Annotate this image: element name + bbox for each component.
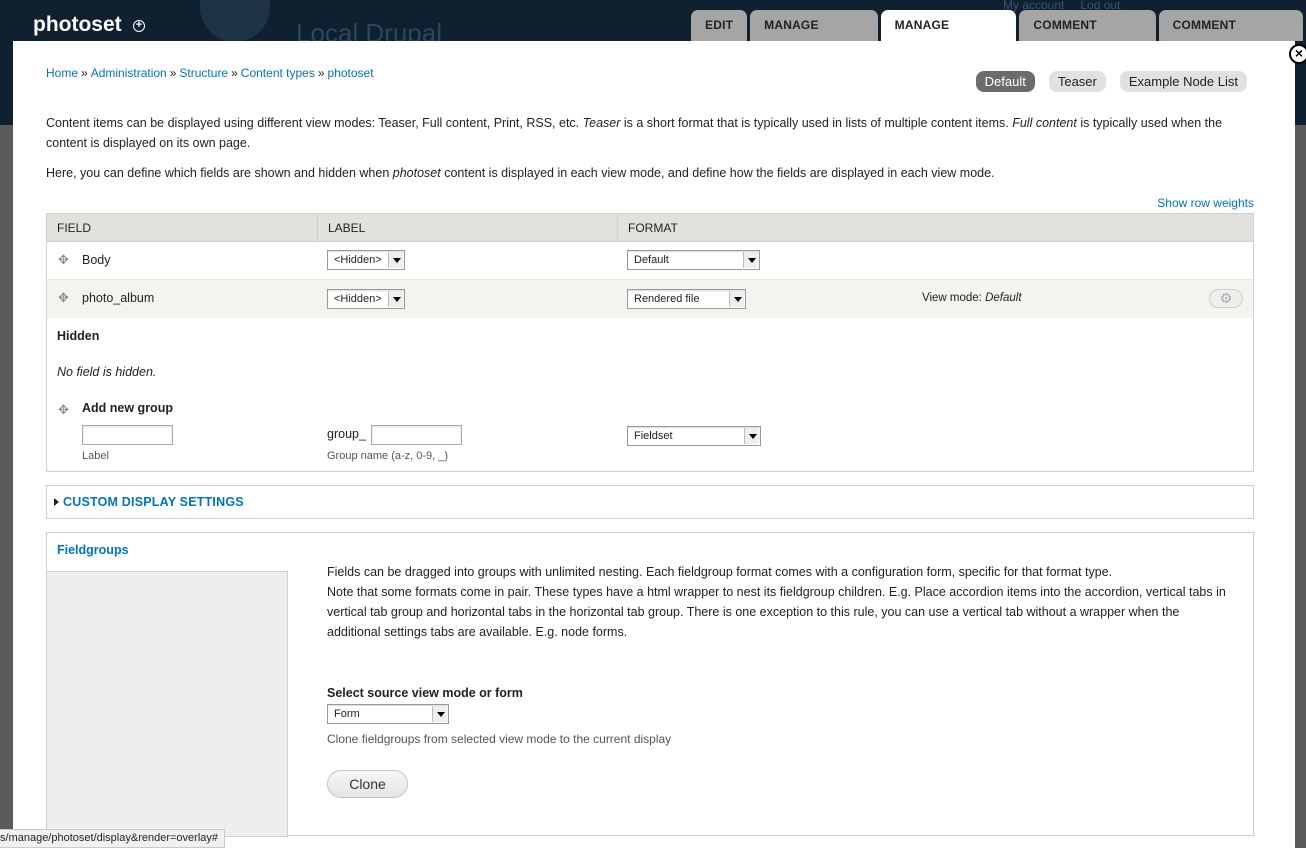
primary-tabs: EDIT MANAGE FIELDS MANAGE DISPLAY COMMEN… — [691, 10, 1306, 62]
custom-display-settings[interactable]: CUSTOM DISPLAY SETTINGS — [46, 485, 1254, 519]
custom-display-settings-title[interactable]: CUSTOM DISPLAY SETTINGS — [63, 495, 244, 509]
group-name-prefix: group_ — [327, 427, 366, 441]
view-mode-tabs: Default Teaser Example Node List — [962, 71, 1247, 92]
breadcrumb-photoset[interactable]: photoset — [328, 66, 374, 80]
help-text-fields: Here, you can define which fields are sh… — [46, 166, 995, 180]
close-icon[interactable]: × — [1289, 44, 1306, 64]
new-group-name-caption: Group name (a-z, 0-9, _) — [327, 450, 449, 462]
collapse-triangle-icon — [54, 498, 59, 506]
chevron-down-icon — [388, 291, 403, 307]
no-hidden-message: No field is hidden. — [57, 365, 157, 379]
new-group-label-input[interactable] — [82, 425, 173, 445]
chevron-down-icon — [729, 291, 744, 307]
chevron-down-icon — [432, 706, 447, 722]
drag-handle-icon[interactable]: ✥ — [58, 253, 70, 266]
fieldgroups-sidebar — [47, 571, 288, 837]
breadcrumb-content-types[interactable]: Content types — [241, 66, 315, 80]
hidden-region-title: Hidden — [57, 329, 100, 343]
breadcrumb: Home» Administration» Structure» Content ty… — [46, 66, 374, 80]
view-mode-teaser[interactable]: Teaser — [1048, 71, 1106, 92]
fields-table: FIELD LABEL FORMAT ✥ Body <Hidden> Defau… — [46, 213, 1254, 472]
fieldgroups-tab[interactable]: Fieldgroups — [57, 543, 129, 557]
table-row: ✥ Body <Hidden> Default — [47, 242, 1253, 280]
new-group-format-select[interactable]: Fieldset — [627, 426, 761, 446]
overlay-content: Home» Administration» Structure» Content ty… — [13, 41, 1295, 848]
source-view-mode-select[interactable]: Form — [327, 704, 449, 724]
field-name-photo-album: photo_album — [82, 291, 155, 305]
tab-manage-display[interactable]: MANAGE DISPLAY — [880, 10, 1017, 62]
drag-handle-icon[interactable]: ✥ — [58, 402, 69, 418]
field-name-body: Body — [82, 253, 111, 267]
chevron-down-icon — [743, 252, 758, 268]
shortcut-add-icon[interactable]: + — [133, 20, 145, 32]
tab-comment-display[interactable]: COMMENT DISPLAY — [1158, 10, 1303, 62]
fieldgroups-description: Fields can be dragged into groups with u… — [327, 565, 1226, 639]
format-select-body[interactable]: Default — [627, 250, 760, 270]
tab-manage-fields[interactable]: MANAGE FIELDS — [750, 10, 878, 62]
fieldgroups-panel: Fieldgroups Fields can be dragged into g… — [46, 532, 1254, 837]
new-group-label-caption: Label — [82, 450, 109, 462]
new-group-name-input[interactable] — [371, 425, 462, 445]
breadcrumb-home[interactable]: Home — [46, 66, 78, 80]
table-header: FIELD LABEL FORMAT — [47, 214, 1253, 242]
format-select-photo-album[interactable]: Rendered file — [627, 289, 746, 309]
tab-comment-fields[interactable]: COMMENT FIELDS — [1019, 10, 1156, 62]
breadcrumb-structure[interactable]: Structure — [179, 66, 228, 80]
source-view-mode-label: Select source view mode or form — [327, 686, 523, 700]
table-row: ✥ photo_album <Hidden> Rendered file Vie… — [47, 280, 1253, 318]
help-text-view-modes: Content items can be displayed using dif… — [46, 116, 1223, 150]
chevron-down-icon — [744, 428, 759, 444]
drupal-logo-icon — [200, 0, 270, 42]
view-mode-summary: View mode: Default — [922, 292, 1022, 304]
gear-icon[interactable]: ⚙ — [1209, 289, 1243, 308]
column-header-field: FIELD — [57, 221, 92, 235]
show-row-weights-link[interactable]: Show row weights — [1157, 196, 1254, 210]
label-select-photo-album[interactable]: <Hidden> — [327, 289, 405, 309]
page-title: photoset — [33, 13, 122, 36]
view-mode-default[interactable]: Default — [975, 71, 1035, 92]
chevron-down-icon — [388, 252, 403, 268]
column-header-label: LABEL — [317, 214, 617, 242]
view-mode-example-node-list[interactable]: Example Node List — [1119, 71, 1247, 92]
tab-edit[interactable]: EDIT — [691, 10, 748, 41]
breadcrumb-administration[interactable]: Administration — [91, 66, 167, 80]
clone-button[interactable]: Clone — [327, 770, 408, 798]
status-bar-url: s/manage/photoset/display&render=overlay… — [0, 829, 225, 848]
add-new-group-title: Add new group — [82, 401, 173, 415]
label-select-body[interactable]: <Hidden> — [327, 250, 405, 270]
column-header-format: FORMAT — [617, 214, 1254, 242]
drag-handle-icon[interactable]: ✥ — [58, 291, 70, 304]
clone-hint: Clone fieldgroups from selected view mod… — [327, 732, 672, 746]
